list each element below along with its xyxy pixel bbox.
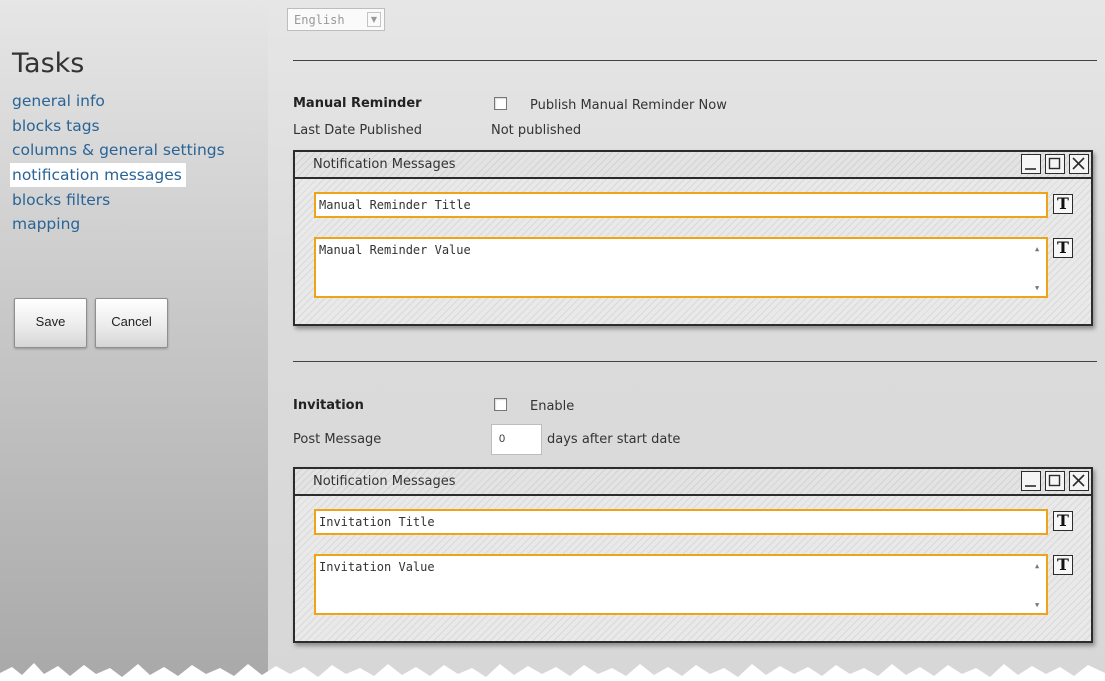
- window-titlebar: Notification Messages: [295, 469, 1091, 496]
- sidebar-title: Tasks: [12, 48, 85, 79]
- post-message-label: Post Message: [293, 432, 382, 447]
- close-icon[interactable]: [1069, 154, 1089, 174]
- manual-reminder-label: Manual Reminder: [293, 96, 422, 111]
- chevron-down-icon[interactable]: ▼: [367, 12, 381, 27]
- window-title: Notification Messages: [313, 157, 456, 172]
- sidebar-item-general-info[interactable]: general info: [12, 89, 225, 114]
- text-format-icon[interactable]: T: [1053, 555, 1073, 575]
- last-date-published-label: Last Date Published: [293, 123, 423, 138]
- section-divider: [293, 60, 1097, 61]
- close-icon[interactable]: [1069, 471, 1089, 491]
- post-message-days-input[interactable]: 0: [491, 424, 542, 455]
- scroll-down-icon[interactable]: ▼: [1035, 284, 1039, 292]
- sidebar-item-notification-messages[interactable]: notification messages: [10, 163, 186, 188]
- sidebar-item-columns-general-settings[interactable]: columns & general settings: [12, 138, 225, 163]
- language-select-value: English: [294, 13, 345, 27]
- manual-reminder-value-text: Manual Reminder Value: [319, 243, 471, 257]
- text-format-icon[interactable]: T: [1053, 238, 1073, 258]
- window-title: Notification Messages: [313, 474, 456, 489]
- invitation-value-textarea[interactable]: Invitation Value ▲ ▼: [314, 554, 1048, 615]
- manual-reminder-value-textarea[interactable]: Manual Reminder Value ▲ ▼: [314, 237, 1048, 298]
- invitation-value-text: Invitation Value: [319, 560, 435, 574]
- sidebar: Tasks general info blocks tags columns &…: [0, 0, 268, 681]
- invitation-enable-checkbox[interactable]: [494, 398, 507, 411]
- sidebar-item-blocks-filters[interactable]: blocks filters: [12, 188, 225, 213]
- invitation-label: Invitation: [293, 398, 364, 413]
- publish-now-checkbox[interactable]: [494, 97, 507, 110]
- section-divider: [293, 361, 1097, 362]
- scroll-up-icon[interactable]: ▲: [1035, 245, 1039, 253]
- window-titlebar: Notification Messages: [295, 152, 1091, 179]
- post-message-suffix: days after start date: [547, 432, 681, 447]
- sidebar-nav: general info blocks tags columns & gener…: [10, 89, 225, 237]
- textarea-scrollbar[interactable]: ▲ ▼: [1034, 241, 1044, 294]
- invitation-title-input[interactable]: Invitation Title: [314, 509, 1048, 535]
- maximize-icon[interactable]: [1045, 154, 1065, 174]
- scroll-down-icon[interactable]: ▼: [1035, 601, 1039, 609]
- text-format-icon[interactable]: T: [1053, 511, 1073, 531]
- publish-now-label: Publish Manual Reminder Now: [530, 98, 727, 113]
- language-select[interactable]: English ▼: [287, 8, 385, 31]
- notification-window-manual-reminder: Notification Messages Manual Reminder Ti…: [293, 150, 1093, 326]
- manual-reminder-title-input[interactable]: Manual Reminder Title: [314, 192, 1048, 218]
- save-button[interactable]: Save: [14, 298, 87, 348]
- cancel-button[interactable]: Cancel: [95, 298, 168, 348]
- invitation-enable-label: Enable: [530, 399, 575, 414]
- notification-window-invitation: Notification Messages Invitation Title T…: [293, 467, 1093, 643]
- minimize-icon[interactable]: [1021, 471, 1041, 491]
- maximize-icon[interactable]: [1045, 471, 1065, 491]
- sidebar-item-blocks-tags[interactable]: blocks tags: [12, 114, 225, 139]
- torn-edge-decoration: [0, 663, 1105, 681]
- minimize-icon[interactable]: [1021, 154, 1041, 174]
- sidebar-item-mapping[interactable]: mapping: [12, 212, 225, 237]
- scroll-up-icon[interactable]: ▲: [1035, 562, 1039, 570]
- text-format-icon[interactable]: T: [1053, 194, 1073, 214]
- textarea-scrollbar[interactable]: ▲ ▼: [1034, 558, 1044, 611]
- last-date-published-value: Not published: [491, 123, 582, 138]
